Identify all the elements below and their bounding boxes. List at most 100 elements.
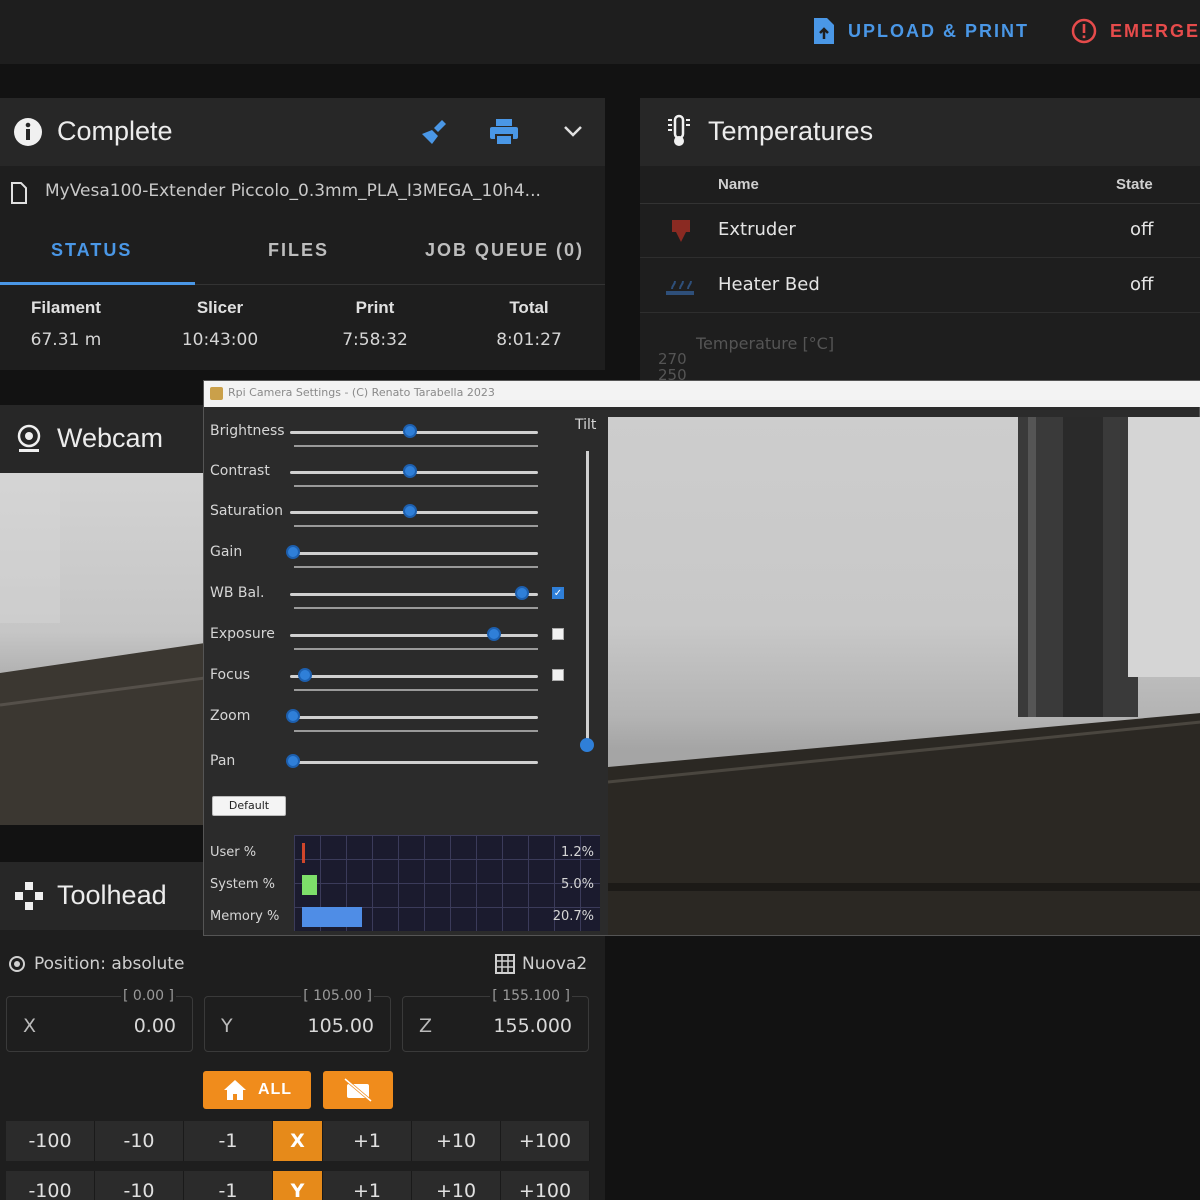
default-button[interactable]: Default [212, 796, 286, 816]
webcam-stream [0, 473, 205, 825]
cpu-value: 20.7% [552, 909, 594, 924]
control-label: WB Bal. [210, 585, 265, 601]
auto-checkbox[interactable] [552, 669, 564, 681]
slider-secondary-track [294, 566, 538, 568]
slider-thumb[interactable] [515, 586, 530, 600]
active-tab-indicator [0, 282, 195, 285]
slider-thumb[interactable] [403, 464, 417, 478]
stat-label: Slicer [196, 298, 244, 317]
emergency-stop-label: EMERGE [1110, 20, 1200, 41]
z-position-field[interactable]: [ 155.100 ] Z 155.000 [402, 988, 589, 1052]
thermometer-icon [668, 114, 690, 146]
auto-checkbox[interactable]: ✓ [552, 587, 564, 599]
camera-settings-window: Rpi Camera Settings - (C) Renato Tarabel… [203, 380, 1200, 936]
chevron-down-icon[interactable] [562, 122, 584, 140]
x-jog-row: -100 -10 -1 X +1 +10 +100 [6, 1121, 590, 1161]
axis-value: 105.00 [307, 1015, 374, 1037]
current-filename: MyVesa100-Extender Piccolo_0.3mm_PLA_I3M… [45, 181, 541, 201]
window-titlebar[interactable]: Rpi Camera Settings - (C) Renato Tarabel… [204, 381, 1200, 407]
slider-thumb[interactable] [297, 668, 312, 682]
webcam-icon [17, 424, 41, 452]
jog-x-plus-10[interactable]: +10 [412, 1121, 501, 1161]
tilt-slider[interactable] [586, 451, 589, 751]
control-label: Zoom [210, 708, 251, 724]
control-label: Focus [210, 667, 250, 683]
table-row[interactable]: Heater Bed off [640, 259, 1200, 313]
home-y-button[interactable]: Y [273, 1171, 323, 1200]
camera-control-row: Saturation [204, 501, 604, 541]
file-upload-icon [814, 18, 834, 44]
home-all-button[interactable]: ALL [203, 1071, 311, 1109]
motors-off-button[interactable] [323, 1071, 393, 1109]
table-row[interactable]: Extruder off [640, 204, 1200, 258]
jog-y-minus-100[interactable]: -100 [6, 1171, 95, 1200]
slider-track[interactable] [290, 552, 538, 555]
control-label: Gain [210, 544, 243, 560]
tab-job-queue[interactable]: JOB QUEUE (0) [425, 240, 584, 261]
cpu-bar [302, 875, 317, 895]
clean-brush-icon[interactable] [420, 116, 452, 148]
emergency-stop-button[interactable]: EMERGE [1070, 14, 1200, 48]
cpu-memory-row: Memory % 20.7% [204, 903, 604, 933]
upload-print-button[interactable]: UPLOAD & PRINT [812, 14, 1029, 48]
camera-control-row: Pan [204, 751, 604, 791]
cpu-label: Memory % [210, 909, 280, 924]
slider-thumb[interactable] [487, 627, 502, 641]
toolhead-title: Toolhead [57, 880, 167, 910]
slider-track[interactable] [290, 675, 538, 678]
slider-track[interactable] [290, 716, 538, 719]
slider-secondary-track [294, 485, 538, 487]
tab-files[interactable]: FILES [268, 240, 329, 261]
temperatures-title: Temperatures [708, 116, 874, 146]
slider-thumb[interactable] [286, 754, 300, 768]
camera-control-row: Exposure [204, 624, 604, 664]
slider-track[interactable] [290, 761, 538, 764]
slider-secondary-track [294, 648, 538, 650]
stat-label: Total [509, 298, 549, 317]
jog-y-plus-10[interactable]: +10 [412, 1171, 501, 1200]
y-position-field[interactable]: [ 105.00 ] Y 105.00 [204, 988, 391, 1052]
app-icon [210, 387, 223, 400]
slider-thumb[interactable] [403, 424, 417, 438]
tab-status[interactable]: STATUS [51, 240, 132, 261]
info-icon [14, 118, 42, 146]
jog-y-plus-1[interactable]: +1 [323, 1171, 412, 1200]
tilt-slider-thumb[interactable] [580, 738, 594, 752]
webcam-title: Webcam [57, 423, 164, 453]
printer-icon[interactable] [488, 117, 520, 147]
jog-x-plus-1[interactable]: +1 [323, 1121, 412, 1161]
cpu-system-row: System % 5.0% [204, 871, 604, 901]
cpu-bar [302, 843, 306, 863]
slider-track[interactable] [290, 593, 538, 596]
axis-hint: [ 105.00 ] [301, 988, 374, 1004]
status-panel-header: Complete [0, 98, 605, 166]
heater-name: Extruder [718, 219, 796, 240]
auto-checkbox[interactable] [552, 628, 564, 640]
stat-label: Filament [31, 298, 101, 317]
jog-y-plus-100[interactable]: +100 [501, 1171, 590, 1200]
print-stats: Filament 67.31 m Slicer 10:43:00 Print 7… [0, 288, 605, 370]
jog-x-minus-10[interactable]: -10 [95, 1121, 184, 1161]
slider-thumb[interactable] [286, 545, 300, 559]
stat-value: 7:58:32 [342, 330, 408, 350]
position-mode-label: Position: absolute [34, 954, 185, 974]
slider-secondary-track [294, 445, 538, 447]
jog-y-minus-10[interactable]: -10 [95, 1171, 184, 1200]
alert-circle-icon [1071, 18, 1097, 44]
home-x-button[interactable]: X [273, 1121, 323, 1161]
bed-mesh-label[interactable]: Nuova2 [522, 954, 587, 974]
slider-thumb[interactable] [403, 504, 417, 518]
slider-thumb[interactable] [286, 709, 300, 723]
jog-x-plus-100[interactable]: +100 [501, 1121, 590, 1161]
jog-x-minus-100[interactable]: -100 [6, 1121, 95, 1161]
home-all-label: ALL [257, 1081, 293, 1098]
cpu-user-row: User % 1.2% [204, 839, 604, 869]
x-position-field[interactable]: [ 0.00 ] X 0.00 [6, 988, 193, 1052]
stat-total: Total 8:01:27 [459, 298, 599, 350]
jog-x-minus-1[interactable]: -1 [184, 1121, 273, 1161]
heater-name: Heater Bed [718, 274, 820, 295]
camera-control-row: Brightness [204, 421, 604, 461]
jog-y-minus-1[interactable]: -1 [184, 1171, 273, 1200]
stat-value: 67.31 m [30, 330, 102, 350]
extruder-icon [672, 220, 690, 242]
